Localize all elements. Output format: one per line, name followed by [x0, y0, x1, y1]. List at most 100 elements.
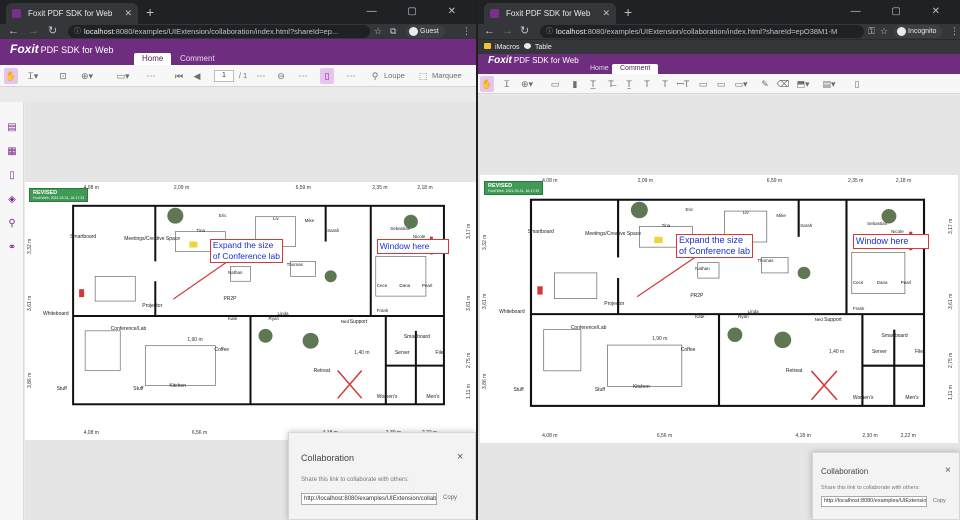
extensions-icon[interactable]: ⧉ [390, 24, 396, 39]
single-page-icon[interactable]: ▯ [320, 68, 334, 84]
page-number-input[interactable]: 1 [214, 70, 234, 82]
marquee-label[interactable]: Marquee [432, 68, 462, 84]
star-icon[interactable]: ☆ [880, 24, 888, 39]
text-annotation-conference[interactable]: Expand the size of Conference lab [209, 238, 284, 263]
tab-comment[interactable]: Comment [612, 64, 659, 74]
forward-icon[interactable]: → [28, 24, 39, 39]
layers-icon[interactable]: ◈ [6, 194, 18, 206]
typewriter-icon[interactable]: ꟷT [676, 76, 690, 92]
underline-icon[interactable]: T̲ [586, 76, 600, 92]
text-annotation-window[interactable]: Window here [852, 233, 930, 249]
zoom-out-icon[interactable]: ⊖ [274, 68, 288, 84]
tab-home[interactable]: Home [134, 53, 172, 65]
zoom-icon[interactable]: ⊕▾ [520, 76, 534, 92]
copy-link-button[interactable]: Copy [933, 498, 946, 504]
room-label: Retreat [313, 367, 331, 374]
profile-chip[interactable]: Guest [406, 25, 445, 38]
more-icon[interactable]: ⋯ [296, 68, 310, 84]
bookmark-item-table[interactable]: Table [524, 40, 552, 55]
bookmark-item-imacros[interactable]: iMacros [484, 40, 520, 55]
foxit-favicon-icon [12, 9, 21, 18]
revised-stamp[interactable]: REVISED Foxit Web, 2021-03-31, 16:17:33 [484, 181, 544, 195]
desk-label: Dana [399, 282, 411, 288]
window-controls[interactable]: — ▢ ✕ [851, 2, 954, 22]
url-field[interactable]: ⓘ localhost:8080/examples/UIExtension/co… [68, 25, 370, 38]
more-icon[interactable]: ⋯ [144, 68, 158, 84]
revised-stamp[interactable]: REVISED Foxit Web, 2021-03-31, 16:17:33 [29, 188, 89, 202]
room-label: Stuff [513, 386, 524, 393]
callout-icon[interactable]: ▭ [714, 76, 728, 92]
pencil-icon[interactable]: ✎ [758, 76, 772, 92]
dimension-label: 1,40 m [828, 349, 845, 356]
more-icon[interactable]: ⋯ [344, 68, 358, 84]
hand-tool-icon[interactable]: ✋ [4, 68, 18, 84]
strikeout-icon[interactable]: T̶ [604, 76, 618, 92]
menu-icon[interactable]: ⋮ [462, 24, 471, 39]
squiggly-icon[interactable]: T̰ [622, 76, 636, 92]
first-page-icon[interactable]: ⏮ [172, 68, 186, 84]
note-icon[interactable]: ▭ [548, 76, 562, 92]
dimension-label: 3,17 m [948, 218, 954, 234]
menu-icon[interactable]: ⋮ [950, 24, 959, 39]
tab-close-icon[interactable]: ✕ [124, 3, 132, 24]
dimension-label: 3,61 m [482, 293, 488, 309]
search-icon[interactable]: ⚲ [6, 218, 18, 230]
comment-toolbar: ✋ Ꮖ ⊕▾ ▭ ▮ T̲ T̶ T̰ T T ꟷT ▭ ▭ ▭▾ ✎ ⌫ ⬒▾… [478, 74, 960, 94]
replace-icon[interactable]: T [640, 76, 654, 92]
star-icon[interactable]: ☆ [374, 24, 382, 39]
shape-icon[interactable]: ▭▾ [734, 76, 748, 92]
share-link-field[interactable]: http://localhost:8080/examples/UIExtensi… [821, 496, 927, 507]
measure-icon[interactable]: ▤▾ [822, 76, 836, 92]
forward-icon[interactable]: → [502, 24, 513, 39]
collaboration-title: Collaboration [301, 453, 355, 463]
back-icon[interactable]: ← [484, 24, 495, 39]
new-tab-button[interactable]: + [624, 3, 632, 21]
zoom-in-icon[interactable]: ⊕▾ [80, 68, 94, 84]
desk-label: Nathan [227, 269, 243, 275]
prev-page-icon[interactable]: ◀ [190, 68, 204, 84]
text-annotation-window[interactable]: Window here [376, 238, 449, 254]
page-total: / 1 [238, 71, 248, 80]
dimension-label: 2,18 m [895, 178, 912, 184]
snapshot-icon[interactable]: ⊡ [56, 68, 70, 84]
url-field[interactable]: ⓘ localhost:8080/examples/UIExtension/co… [540, 25, 864, 38]
hand-tool-icon[interactable]: ✋ [480, 76, 494, 92]
key-icon[interactable]: ⚿ [868, 24, 875, 39]
tab-comment[interactable]: Comment [172, 53, 223, 65]
more-icon[interactable]: ⋯ [254, 68, 268, 84]
loupe-label[interactable]: Loupe [384, 68, 405, 84]
back-icon[interactable]: ← [8, 24, 19, 39]
bookmark-icon[interactable]: ▤ [6, 122, 18, 134]
text-annotation-conference[interactable]: Expand the size of Conference lab [675, 233, 754, 258]
highlight-icon[interactable]: ▮ [568, 76, 582, 92]
copy-link-button[interactable]: Copy [443, 495, 457, 501]
loupe-icon[interactable]: ⚲ [368, 68, 382, 84]
reload-icon[interactable]: ↻ [520, 24, 529, 39]
close-icon[interactable]: × [945, 465, 951, 476]
attachment-icon[interactable]: ⚭ [6, 242, 18, 254]
textbox-icon[interactable]: ▭ [696, 76, 710, 92]
close-icon[interactable]: × [457, 451, 463, 463]
room-label: Server [871, 349, 887, 356]
insert-text-icon[interactable]: T [658, 76, 672, 92]
reload-icon[interactable]: ↻ [48, 24, 57, 39]
window-controls[interactable]: — ▢ ✕ [367, 2, 470, 22]
comments-icon[interactable]: ▦ [6, 146, 18, 158]
open-file-icon[interactable]: ▭▾ [116, 68, 130, 84]
share-link-field[interactable]: http://localhost:8080/examples/UIExtensi… [301, 493, 437, 505]
profile-chip[interactable]: Incognito [894, 25, 943, 38]
browser-tab-active[interactable]: Foxit PDF SDK for Web ✕ [6, 3, 138, 24]
stamp-icon[interactable]: ⬒▾ [796, 76, 810, 92]
page-thumbnail-icon[interactable]: ▯ [6, 170, 18, 182]
url-host: localhost [84, 27, 114, 36]
attachment-icon[interactable]: ▯ [850, 76, 864, 92]
select-text-icon[interactable]: Ꮖ▾ [26, 68, 40, 84]
select-text-icon[interactable]: Ꮖ [500, 76, 514, 92]
new-tab-button[interactable]: + [146, 3, 154, 21]
bookmark-label: iMacros [495, 44, 520, 51]
marquee-icon[interactable]: ⬚ [416, 68, 430, 84]
room-label: Conference/Lab [570, 325, 607, 332]
browser-tab-active[interactable]: Foxit PDF SDK for Web ✕ [484, 3, 616, 24]
tab-close-icon[interactable]: ✕ [602, 3, 610, 24]
eraser-icon[interactable]: ⌫ [776, 76, 790, 92]
